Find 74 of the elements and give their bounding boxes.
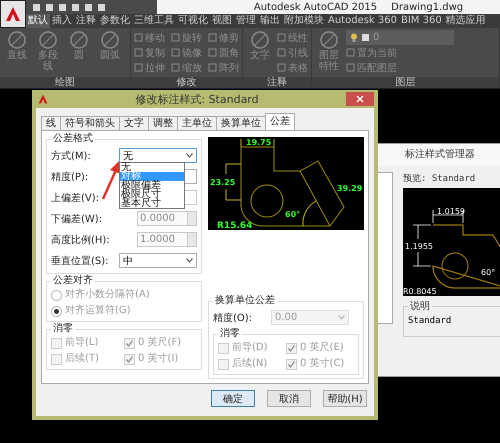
tool-icon: [319, 30, 339, 50]
ribbon-tab[interactable]: BIM 360: [398, 14, 444, 28]
chevron-icon: [186, 258, 193, 263]
dialog-tab[interactable]: 符号和箭头: [60, 116, 120, 130]
ribbon-tab[interactable]: 三维工具: [132, 14, 176, 28]
dialog-tab[interactable]: 文字: [119, 116, 149, 130]
group-title: 说明: [409, 300, 431, 313]
field-label: 高度比例(H):: [51, 234, 111, 246]
radio-label: 对齐运算符(G): [65, 304, 131, 318]
app-title: Autodesk AutoCAD 2015: [254, 2, 378, 12]
group-title: 消零: [52, 323, 74, 335]
ribbon-tab[interactable]: 可视化: [176, 14, 210, 28]
tool-icon: [69, 30, 89, 50]
logo-icon: [5, 6, 21, 22]
dialog-tab[interactable]: 主单位: [177, 116, 217, 130]
description-text: Standard: [408, 316, 452, 326]
dropdown-option[interactable]: 无: [120, 163, 184, 172]
field-label: 方式(M):: [51, 150, 92, 162]
chevron-icon: [186, 153, 193, 158]
preview-drawing: 1.0159 1.1955 R0.8045 60°: [403, 188, 500, 296]
panel-title[interactable]: 图层: [312, 77, 499, 88]
chevron-icon: [338, 315, 345, 320]
field-label: 精度(P):: [51, 170, 90, 184]
dialog-tab[interactable]: 公差: [265, 113, 295, 130]
group-title: 公差对齐: [52, 275, 94, 287]
app-menu-button[interactable]: [0, 0, 26, 28]
dialog-tab[interactable]: 线: [41, 116, 61, 130]
tool-icon: [7, 30, 27, 50]
field-label: 垂直位置(S):: [51, 254, 110, 268]
dialog-tab[interactable]: 调整: [148, 116, 178, 130]
dialog-tab[interactable]: 换算单位: [216, 116, 266, 130]
check-icon: [288, 344, 295, 352]
method-dropdown[interactable]: 无: [119, 148, 197, 163]
document-title: Drawing1.dwg: [391, 2, 464, 12]
ribbon-tab[interactable]: 输出: [258, 14, 282, 28]
group-title: 消零: [219, 328, 241, 340]
ribbon-tab[interactable]: Autodesk 360: [326, 14, 399, 28]
panel-title[interactable]: 绘图: [0, 77, 130, 88]
dialog-button[interactable]: 帮助(H): [323, 390, 367, 407]
bulb-icon: [350, 33, 358, 42]
close-icon: [356, 95, 364, 103]
dialog-button[interactable]: 确定: [211, 390, 255, 407]
check-icon: [126, 340, 133, 346]
logo-icon: [38, 94, 48, 104]
ribbon-tab[interactable]: 精选应用: [444, 14, 488, 28]
tool-icon: [38, 30, 58, 50]
group-title: 换算单位公差: [214, 295, 276, 307]
ribbon-tab[interactable]: 注释: [74, 14, 98, 28]
group-title: 公差格式: [52, 133, 94, 145]
ribbon-tab[interactable]: 视图: [210, 14, 234, 28]
ribbon-tab[interactable]: 附加模块: [282, 14, 326, 28]
panel-title[interactable]: 注释: [243, 77, 311, 88]
dialog-button[interactable]: 取消: [267, 390, 311, 407]
field-label: 精度(O):: [213, 312, 254, 324]
preview-label: 预览: Standard: [403, 172, 476, 185]
dropdown-option[interactable]: 极限尺寸: [120, 190, 184, 199]
dialog-title: 修改标注样式: Standard: [134, 92, 260, 106]
field-label: 上偏差(V):: [51, 192, 100, 204]
dropdown-option[interactable]: 极限偏差: [120, 181, 184, 190]
ribbon-tab[interactable]: 默认: [26, 14, 50, 28]
ribbon-tab[interactable]: 参数化: [98, 14, 132, 28]
check-icon: [126, 356, 133, 362]
preview-drawing: 19.75 23.25 39.29 60° R15.64: [208, 137, 364, 230]
position-dropdown[interactable]: 中: [119, 253, 197, 268]
field-label: 下偏差(W):: [51, 212, 104, 226]
check-icon: [288, 360, 295, 368]
close-button[interactable]: [346, 92, 374, 106]
tool-icon: [100, 30, 120, 50]
radio-label: 对齐小数分隔符(A): [65, 288, 150, 302]
ribbon-tab[interactable]: 管理: [234, 14, 258, 28]
tool-icon: [250, 30, 270, 50]
panel-title[interactable]: 修改: [131, 77, 242, 88]
dropdown-option[interactable]: 基本尺寸: [120, 199, 184, 208]
ribbon-tab[interactable]: 插入: [50, 14, 74, 28]
